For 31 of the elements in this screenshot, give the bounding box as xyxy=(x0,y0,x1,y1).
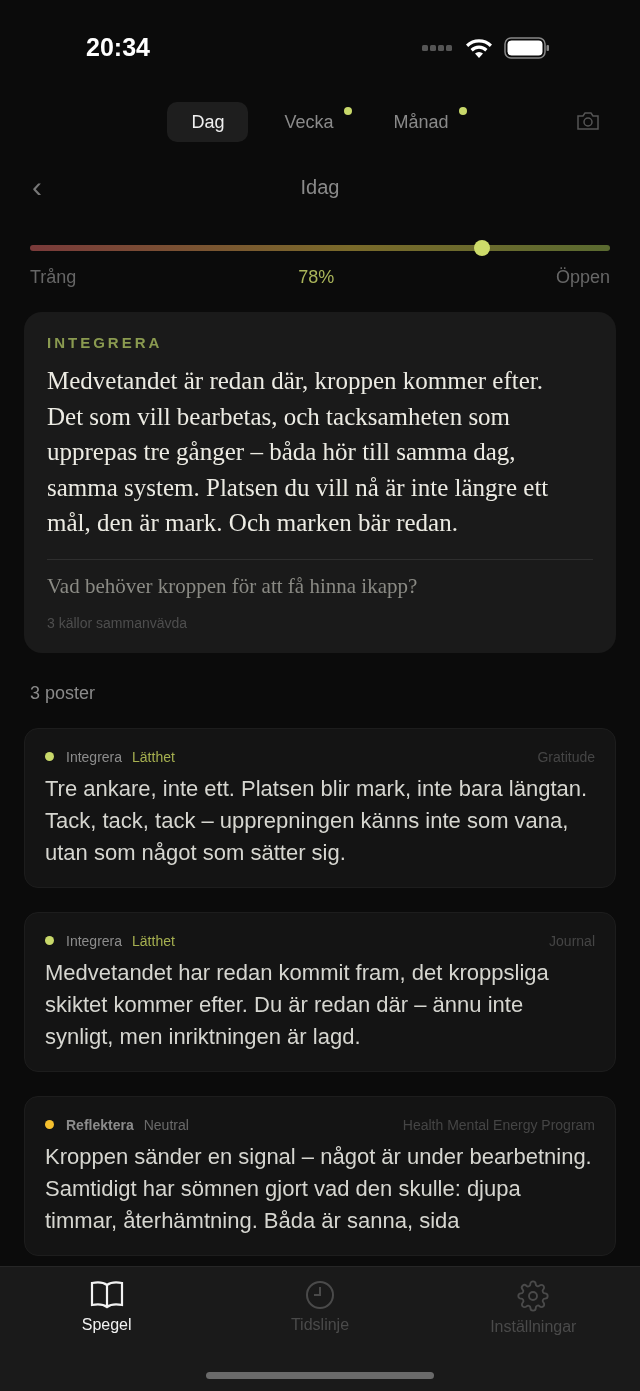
entry-mood: Neutral xyxy=(143,1116,189,1133)
period-tab[interactable]: Vecka xyxy=(260,102,358,142)
insight-question: Vad behöver kroppen för att få hinna ikapp? xyxy=(47,573,419,599)
battery-icon xyxy=(504,36,550,59)
date-title: Idag xyxy=(300,175,340,199)
entry-category: Integrera xyxy=(66,748,123,765)
entry-category: Reflektera xyxy=(66,1116,134,1133)
wifi-icon xyxy=(466,37,492,58)
openness-reading: 78% xyxy=(298,267,335,288)
min-label: Trång xyxy=(30,267,77,288)
clock-icon xyxy=(305,1280,335,1310)
insight-category: INTEGRERA xyxy=(47,334,164,351)
signal-icon xyxy=(422,44,454,51)
max-label: Öppen xyxy=(555,267,610,288)
entry-category: Integrera xyxy=(66,932,123,949)
entries-count: 3 poster xyxy=(30,682,97,704)
insight-text: Medvetandet är redan där, kroppen kommer efter. Det som vill bearbetas, och tacksamheten som upprepas tre gånger – båda hör till samma dag, samma system. Platsen du vill nå är inte längre ett mål, den är mark. Och marken bär redan. xyxy=(47,366,550,538)
bottom-tab[interactable]: Spegel xyxy=(26,1279,187,1337)
period-tab[interactable]: Dag xyxy=(167,102,249,142)
back-button[interactable]: ‹ xyxy=(32,170,42,204)
book-icon xyxy=(89,1280,124,1310)
camera-icon[interactable] xyxy=(576,111,600,131)
period-tab[interactable]: Månad xyxy=(369,102,473,142)
entry-text: Kroppen sänder en signal – något är under bearbetning. Samtidigt har sömnen gjort vad den skulle: djupa timmar, återhämtning. Båda är sanna, sida xyxy=(45,1142,593,1235)
entry-text: Medvetandet har redan kommit fram, det kroppsliga skiktet kommer efter. Du är redan där – ännu inte synligt, men inriktningen är lagd. xyxy=(45,958,550,1051)
slider-thumb[interactable] xyxy=(474,240,491,256)
status-time: 20:34 xyxy=(86,33,150,62)
settings-icon xyxy=(517,1280,550,1312)
entry-text: Tre ankare, inte ett. Platsen blir mark, inte bara längtan. Tack, tack, tack – upprepningen känns inte som vana, utan som något som sätter sig. xyxy=(45,774,589,867)
entry-mood: Lätthet xyxy=(132,932,175,949)
entry-mood: Lätthet xyxy=(132,748,175,765)
